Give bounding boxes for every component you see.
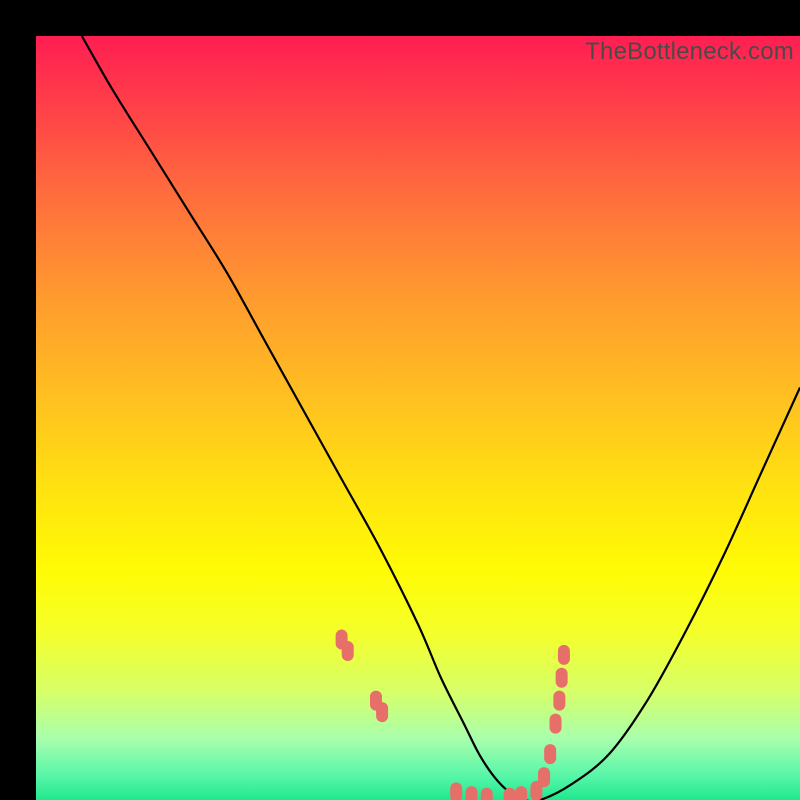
curve-marker	[465, 786, 477, 800]
curve-marker	[342, 641, 354, 661]
plot-area: TheBottleneck.com	[36, 36, 800, 800]
bottleneck-curve-path	[82, 36, 800, 800]
curve-marker	[553, 691, 565, 711]
curve-marker	[481, 788, 493, 800]
curve-marker	[558, 645, 570, 665]
marker-group	[336, 630, 570, 800]
bottleneck-curve-svg	[36, 36, 800, 800]
curve-marker	[550, 714, 562, 734]
curve-marker	[504, 788, 516, 800]
chart-frame: TheBottleneck.com	[18, 18, 782, 782]
curve-marker	[450, 782, 462, 800]
curve-marker	[515, 786, 527, 800]
curve-marker	[376, 702, 388, 722]
curve-marker	[544, 744, 556, 764]
curve-marker	[556, 668, 568, 688]
curve-marker	[538, 767, 550, 787]
